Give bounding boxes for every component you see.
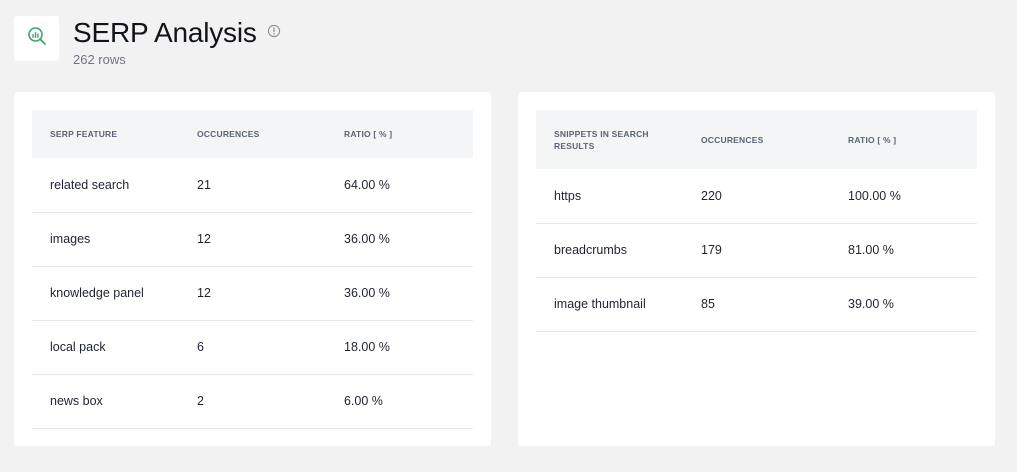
snippet-cell: image thumbnail bbox=[536, 277, 683, 332]
snippets-card: SNIPPETS IN SEARCH RESULTS OCCURENCES RA… bbox=[518, 92, 995, 446]
feature-cell: local pack bbox=[32, 320, 179, 375]
column-header-snippets[interactable]: SNIPPETS IN SEARCH RESULTS bbox=[536, 110, 683, 169]
table-row: local pack 6 18.00 % bbox=[32, 320, 473, 375]
page-header: SERP Analysis 262 rows bbox=[14, 16, 281, 67]
ratio-cell: 6.00 % bbox=[326, 374, 473, 429]
table-row: https 220 100.00 % bbox=[536, 169, 977, 224]
snippet-cell: breadcrumbs bbox=[536, 223, 683, 278]
occurences-cell: 179 bbox=[683, 223, 830, 278]
snippets-table: SNIPPETS IN SEARCH RESULTS OCCURENCES RA… bbox=[536, 110, 977, 332]
occurences-cell: 85 bbox=[683, 277, 830, 332]
occurences-cell: 220 bbox=[683, 169, 830, 224]
table-header-row: SNIPPETS IN SEARCH RESULTS OCCURENCES RA… bbox=[536, 110, 977, 169]
table-row: breadcrumbs 179 81.00 % bbox=[536, 223, 977, 278]
serp-features-card: SERP FEATURE OCCURENCES RATIO [ % ] rela… bbox=[14, 92, 491, 446]
column-header-ratio[interactable]: RATIO [ % ] bbox=[830, 110, 977, 169]
column-header-serp-feature[interactable]: SERP FEATURE bbox=[32, 110, 179, 158]
ratio-cell: 64.00 % bbox=[326, 158, 473, 213]
app-logo bbox=[14, 16, 59, 61]
column-header-occurences[interactable]: OCCURENCES bbox=[683, 110, 830, 169]
table-row: related search 21 64.00 % bbox=[32, 158, 473, 213]
occurences-cell: 6 bbox=[179, 320, 326, 375]
feature-cell: related search bbox=[32, 158, 179, 213]
chart-magnifier-icon bbox=[26, 25, 48, 52]
info-icon[interactable] bbox=[267, 24, 281, 38]
table-row: image thumbnail 85 39.00 % bbox=[536, 277, 977, 332]
table-header-row: SERP FEATURE OCCURENCES RATIO [ % ] bbox=[32, 110, 473, 158]
feature-cell: images bbox=[32, 212, 179, 267]
occurences-cell: 21 bbox=[179, 158, 326, 213]
feature-cell: knowledge panel bbox=[32, 266, 179, 321]
table-row: images 12 36.00 % bbox=[32, 212, 473, 267]
table-row: news box 2 6.00 % bbox=[32, 374, 473, 429]
ratio-cell: 18.00 % bbox=[326, 320, 473, 375]
ratio-cell: 36.00 % bbox=[326, 212, 473, 267]
serp-features-table: SERP FEATURE OCCURENCES RATIO [ % ] rela… bbox=[32, 110, 473, 429]
column-header-ratio[interactable]: RATIO [ % ] bbox=[326, 110, 473, 158]
occurences-cell: 12 bbox=[179, 266, 326, 321]
ratio-cell: 39.00 % bbox=[830, 277, 977, 332]
table-row: knowledge panel 12 36.00 % bbox=[32, 266, 473, 321]
occurences-cell: 2 bbox=[179, 374, 326, 429]
column-header-occurences[interactable]: OCCURENCES bbox=[179, 110, 326, 158]
snippet-cell: https bbox=[536, 169, 683, 224]
ratio-cell: 36.00 % bbox=[326, 266, 473, 321]
ratio-cell: 100.00 % bbox=[830, 169, 977, 224]
ratio-cell: 81.00 % bbox=[830, 223, 977, 278]
feature-cell: news box bbox=[32, 374, 179, 429]
occurences-cell: 12 bbox=[179, 212, 326, 267]
page-title: SERP Analysis bbox=[73, 17, 257, 48]
row-count: 262 rows bbox=[73, 52, 126, 67]
